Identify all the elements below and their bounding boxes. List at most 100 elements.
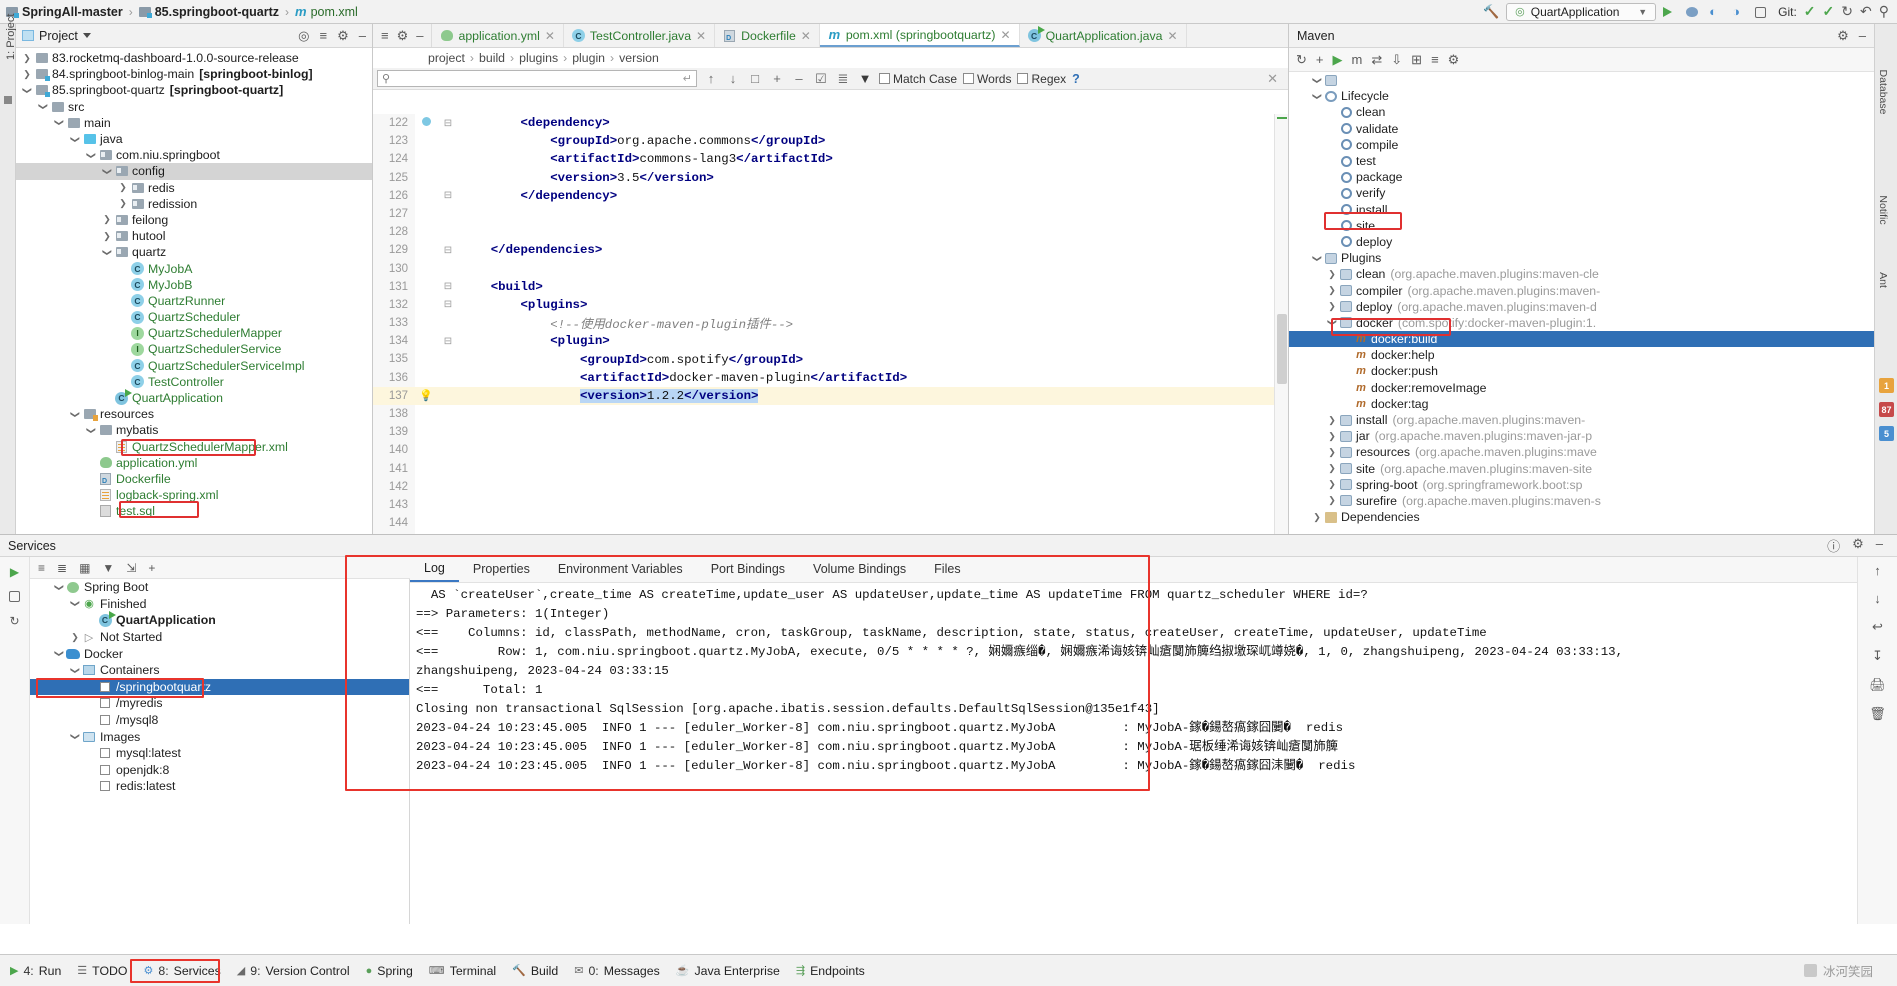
tree-node-myjoba[interactable]: C MyJobA xyxy=(16,260,372,276)
chevron-right-icon[interactable] xyxy=(1325,301,1339,312)
code-line-133[interactable]: 133 <!--使用docker-maven-plugin插件--> xyxy=(373,314,1288,333)
maven-node-package[interactable]: package xyxy=(1289,169,1874,185)
statusbar-todo[interactable]: ☰ TODO xyxy=(77,964,127,978)
service-node-images[interactable]: Images xyxy=(30,728,409,745)
scroll-down-icon[interactable]: ↓ xyxy=(1874,591,1881,606)
show-dependencies-icon[interactable]: ⊞ xyxy=(1411,52,1422,68)
service-node--springbootquartz[interactable]: /springbootquartz xyxy=(30,678,409,696)
editor-tab-quartapplication-java[interactable]: C QuartApplication.java ✕ xyxy=(1020,24,1187,47)
fold-minus-icon[interactable]: ⊟ xyxy=(444,118,452,129)
tree-node-hutool[interactable]: hutool xyxy=(16,228,372,244)
close-icon[interactable]: ✕ xyxy=(801,29,811,43)
maven-node-item[interactable] xyxy=(1289,72,1874,88)
statusbar-terminal[interactable]: ⌨ Terminal xyxy=(429,964,496,978)
chevron-down-icon[interactable] xyxy=(68,731,82,742)
close-icon[interactable]: ✕ xyxy=(1167,29,1177,43)
filter-select-icon[interactable]: ☑ xyxy=(813,71,829,87)
editor-scroll-gutter[interactable] xyxy=(1274,114,1288,534)
statusbar-spring[interactable]: ● Spring xyxy=(366,964,413,978)
fold-minus-icon[interactable]: ⊟ xyxy=(444,281,452,292)
chevron-right-icon[interactable] xyxy=(116,182,130,193)
bean-marker-icon[interactable] xyxy=(421,117,431,127)
statusbar-version-control[interactable]: ◢ 9: Version Control xyxy=(237,964,350,978)
execute-goal-icon[interactable]: m xyxy=(1352,52,1363,67)
gear-icon[interactable]: ⚙ xyxy=(1852,536,1864,555)
tree-node-test-sql[interactable]: test.sql xyxy=(16,503,372,519)
statusbar-endpoints[interactable]: ⇶ Endpoints xyxy=(796,964,865,978)
service-node-mysql-latest[interactable]: mysql:latest xyxy=(30,745,409,762)
chevron-right-icon[interactable] xyxy=(20,53,34,64)
fold-minus-icon[interactable]: ⊟ xyxy=(444,299,452,310)
services-tab-port-bindings[interactable]: Port Bindings xyxy=(697,556,799,582)
maven-node-verify[interactable]: verify xyxy=(1289,185,1874,201)
tree-node-testcontroller[interactable]: C TestController xyxy=(16,374,372,390)
tree-node-85-springboot-quartz[interactable]: 85.springboot-quartz [springboot-quartz] xyxy=(16,82,372,98)
breadcrumb-item-project[interactable]: SpringAll-master xyxy=(6,5,123,19)
fold-marker[interactable]: ⊟ xyxy=(437,299,459,310)
run-icon[interactable] xyxy=(1663,4,1679,20)
code-editor[interactable]: 122 ⊟ <dependency> 123 <groupId>org.apache… xyxy=(373,114,1288,534)
maven-node-test[interactable]: test xyxy=(1289,153,1874,169)
hide-icon[interactable]: – xyxy=(416,28,423,43)
chevron-down-icon[interactable] xyxy=(1310,75,1324,86)
tree-node-src[interactable]: src xyxy=(16,99,372,115)
chevron-down-icon[interactable] xyxy=(52,582,66,593)
maven-node-spring-boot[interactable]: spring-boot (org.springframework.boot:sp xyxy=(1289,477,1874,493)
gutter-marker[interactable] xyxy=(415,117,437,129)
close-icon[interactable]: ✕ xyxy=(545,29,555,43)
tree-node-dockerfile[interactable]: Dockerfile xyxy=(16,471,372,487)
editor-breadcrumb-plugins[interactable]: plugins xyxy=(519,51,558,65)
container-log-output[interactable]: AS `createUser`,create_time AS createTim… xyxy=(410,583,1857,924)
editor-breadcrumb-project[interactable]: project xyxy=(428,51,465,65)
maven-node-clean[interactable]: clean (org.apache.maven.plugins:maven-cle xyxy=(1289,266,1874,282)
maven-node-deploy[interactable]: deploy xyxy=(1289,234,1874,250)
filter-icon[interactable]: ▼ xyxy=(857,71,873,86)
run-configuration-selector[interactable]: ◎ QuartApplication ▼ xyxy=(1506,2,1657,21)
tree-node-quartzrunner[interactable]: C QuartzRunner xyxy=(16,293,372,309)
database-tool-tab[interactable]: Database xyxy=(1877,62,1889,122)
chevron-down-icon[interactable] xyxy=(1310,91,1324,102)
tree-node-quartzschedulermapper[interactable]: I QuartzSchedulerMapper xyxy=(16,325,372,341)
run-icon[interactable]: ▶ xyxy=(1333,52,1343,68)
gear-icon[interactable]: ⚙ xyxy=(397,28,409,44)
chevron-right-icon[interactable] xyxy=(1325,415,1339,426)
notification-badge-info[interactable]: 5 xyxy=(1879,426,1894,441)
editor-tab-pom-xml-springbootquartz-[interactable]: m pom.xml (springbootquartz) ✕ xyxy=(819,24,1020,47)
chevron-down-icon[interactable] xyxy=(36,101,50,112)
expand-all-icon[interactable]: ≣ xyxy=(57,561,67,575)
close-icon[interactable]: ✕ xyxy=(1001,28,1011,42)
search-input[interactable]: ⚲ ↵ xyxy=(377,70,697,87)
chevron-right-icon[interactable] xyxy=(1325,285,1339,296)
code-line-139[interactable]: 139 xyxy=(373,423,1288,442)
code-line-134[interactable]: 134 ⊟ <plugin> xyxy=(373,332,1288,351)
chevron-down-icon[interactable] xyxy=(68,134,82,145)
editor-breadcrumb-plugin[interactable]: plugin xyxy=(572,51,605,65)
editor-tab-application-yml[interactable]: application.yml ✕ xyxy=(432,24,564,47)
tree-node-quartz[interactable]: quartz xyxy=(16,244,372,260)
tree-node-quartzscheduler[interactable]: C QuartzScheduler xyxy=(16,309,372,325)
service-node-docker[interactable]: Docker xyxy=(30,645,409,662)
chevron-down-icon[interactable] xyxy=(20,85,34,96)
breadcrumb-item-module[interactable]: 85.springboot-quartz xyxy=(138,5,279,19)
code-line-142[interactable]: 142 xyxy=(373,477,1288,496)
close-icon[interactable]: ✕ xyxy=(696,29,706,43)
stop-icon[interactable] xyxy=(9,591,20,602)
chevron-down-icon[interactable] xyxy=(84,150,98,161)
update-icon[interactable]: ↻ xyxy=(1841,3,1853,20)
words-checkbox[interactable]: Words xyxy=(963,72,1011,86)
download-sources-icon[interactable]: ⇩ xyxy=(1391,52,1402,68)
chevron-right-icon[interactable] xyxy=(1310,512,1324,523)
chevron-right-icon[interactable] xyxy=(100,231,114,242)
code-line-136[interactable]: 136 <artifactId>docker-maven-plugin</art… xyxy=(373,368,1288,387)
service-node-finished[interactable]: ◉ Finished xyxy=(30,596,409,613)
chevron-down-icon[interactable] xyxy=(1325,317,1339,328)
profile-icon[interactable]: ◑ xyxy=(1732,4,1748,20)
hide-icon[interactable]: – xyxy=(359,28,366,43)
services-tab-files[interactable]: Files xyxy=(920,556,974,582)
code-line-124[interactable]: 124 <artifactId>commons-lang3</artifactI… xyxy=(373,150,1288,169)
tree-node-application-yml[interactable]: application.yml xyxy=(16,455,372,471)
service-node-openjdk-8[interactable]: openjdk:8 xyxy=(30,762,409,779)
code-line-144[interactable]: 144 xyxy=(373,514,1288,533)
service-node-containers[interactable]: Containers xyxy=(30,662,409,679)
chevron-right-icon[interactable] xyxy=(1325,463,1339,474)
